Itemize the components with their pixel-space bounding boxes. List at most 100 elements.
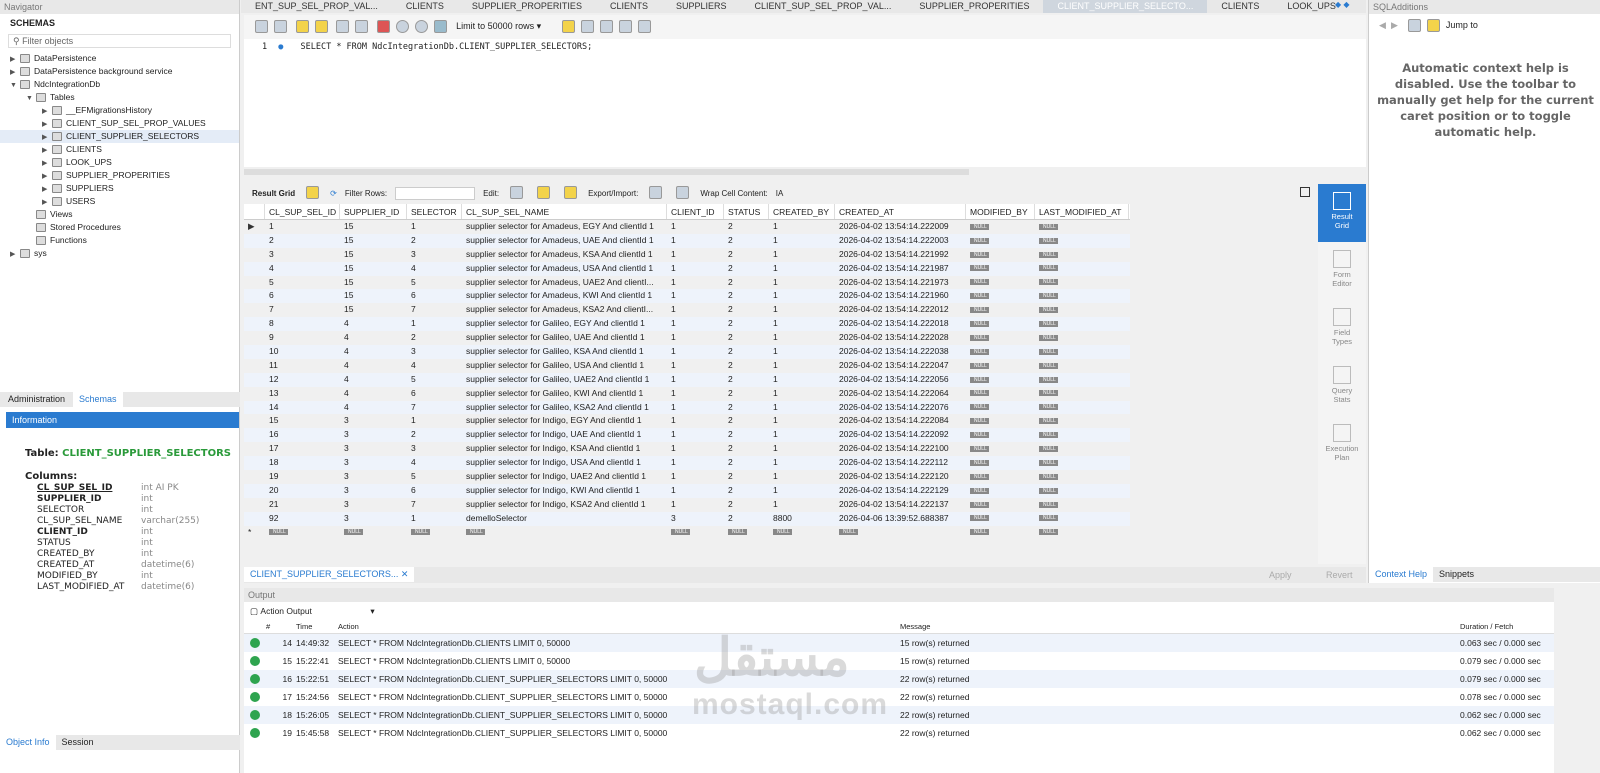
table-cell[interactable]: 2 [724,470,769,484]
filter-objects-input[interactable]: ⚲ Filter objects [8,34,231,48]
table-cell[interactable]: 1 [667,248,724,262]
manual-help-icon[interactable] [1408,19,1422,33]
table-cell[interactable]: 4 [407,262,462,276]
export-icon[interactable] [649,186,663,199]
editor-tab[interactable]: SUPPLIERS [662,0,741,13]
table-cell[interactable]: NULL [1035,359,1129,373]
forward-icon[interactable]: ▶ [1391,20,1398,30]
table-cell[interactable]: 19 [265,470,340,484]
find-icon[interactable] [599,20,613,33]
table-cell[interactable]: 2026-04-02 13:54:14.222100 [835,442,966,456]
table-cell[interactable]: 5 [407,373,462,387]
table-cell[interactable]: NULL [966,234,1035,248]
row-header[interactable] [244,428,265,442]
table-cell[interactable]: 2026-04-02 13:54:14.222137 [835,498,966,512]
table-cell[interactable]: NULL [966,345,1035,359]
table-cell[interactable]: 2 [724,401,769,415]
table-row[interactable]: 92 3 1 demelloSelector 3 2 8800 2026-04-06 13:3… [244,511,1130,526]
table-cell[interactable]: NULL [769,526,835,540]
table-cell[interactable]: 1 [667,276,724,290]
table-cell[interactable]: 14 [265,401,340,415]
table-cell[interactable]: 3 [667,512,724,526]
table-cell[interactable]: NULL [1035,234,1129,248]
table-cell[interactable]: supplier selector for Galileo, KSA And c… [462,345,667,359]
tab-administration[interactable]: Administration [0,392,73,407]
table-cell[interactable]: NULL [407,526,462,540]
table-cell[interactable]: 15 [340,234,407,248]
column-header-cl-sup-sel-id[interactable]: CL_SUP_SEL_ID [265,204,340,219]
table-cell[interactable]: NULL [966,373,1035,387]
table-cell[interactable]: 2 [724,220,769,234]
table-cell[interactable]: 2 [724,373,769,387]
row-header[interactable] [244,470,265,484]
add-snippet-icon[interactable] [561,20,575,33]
table-cell[interactable]: NULL [966,456,1035,470]
table-row[interactable]: 10 4 3 supplier selector for Galileo, KSA A… [244,345,1130,359]
table-cell[interactable]: 2 [724,456,769,470]
table-cell[interactable]: 4 [340,387,407,401]
table-cell[interactable]: NULL [1035,512,1129,526]
table-cell[interactable]: 2026-04-02 13:54:14.222003 [835,234,966,248]
result-tab[interactable]: CLIENT_SUPPLIER_SELECTORS... ✕ [244,567,415,582]
table-row[interactable]: 15 3 1 supplier selector for Indigo, EGY An… [244,414,1130,428]
table-cell[interactable]: 1 [667,470,724,484]
table-cell[interactable]: 2026-04-02 13:54:14.222112 [835,456,966,470]
table-cell[interactable]: 1 [265,220,340,234]
table-cell[interactable]: NULL [265,526,340,540]
table-cell[interactable]: 1 [769,442,835,456]
table-row[interactable]: 4 15 4 supplier selector for Amadeus, USA A… [244,261,1130,276]
table-cell[interactable]: 5 [407,470,462,484]
row-header[interactable] [244,414,265,428]
table-cell[interactable]: 2 [724,484,769,498]
table-cell[interactable]: 1 [667,303,724,317]
table-cell[interactable]: 6 [407,289,462,303]
table-cell[interactable]: 2026-04-02 13:54:14.222047 [835,359,966,373]
wrap-lines-icon[interactable] [637,20,651,33]
output-row[interactable]: 16 15:22:51 SELECT * FROM NdcIntegrationDb… [244,670,1554,688]
table-cell[interactable]: NULL [966,470,1035,484]
table-cell[interactable]: NULL [1035,289,1129,303]
table-cell[interactable]: 2 [724,387,769,401]
editor-tab[interactable]: CLIENTS [1207,0,1273,13]
table-cell[interactable]: NULL [1035,456,1129,470]
table-cell[interactable]: 1 [667,317,724,331]
output-row[interactable]: 18 15:26:05 SELECT * FROM NdcIntegrationDb… [244,706,1554,724]
tab-scroll-arrows[interactable]: ◆ ◆ [1335,0,1365,13]
row-header[interactable] [244,289,265,303]
side-button-execution-plan[interactable]: Execution Plan [1318,416,1366,474]
editor-tab[interactable]: SUPPLIER_PROPERITIES [458,0,596,13]
table-cell[interactable]: 1 [667,442,724,456]
edit-row-icon[interactable] [510,186,524,199]
table-cell[interactable]: 2026-04-02 13:54:14.222056 [835,373,966,387]
open-icon[interactable] [255,20,268,33]
table-row[interactable]: ▶ 1 15 1 supplier selector for Amadeus, EGY … [244,220,1130,234]
column-header-last-modified-at[interactable]: LAST_MODIFIED_AT [1035,204,1129,219]
table-cell[interactable]: 1 [769,317,835,331]
table-cell[interactable]: 3 [340,484,407,498]
apply-button[interactable]: Apply [1269,570,1292,580]
table-cell[interactable]: 1 [407,220,462,234]
row-header[interactable] [244,401,265,415]
table-cell[interactable]: 2 [724,414,769,428]
row-header[interactable] [244,248,265,262]
filter-rows-input[interactable] [395,187,476,200]
table-cell[interactable]: 3 [407,345,462,359]
table-cell[interactable]: 4 [265,262,340,276]
table-row[interactable]: 19 3 5 supplier selector for Indigo, UAE2 A… [244,470,1130,484]
table-cell[interactable]: 1 [667,234,724,248]
table-cell[interactable]: 16 [265,428,340,442]
row-header[interactable] [244,498,265,512]
table-cell[interactable]: 7 [407,498,462,512]
table-cell[interactable]: supplier selector for Amadeus, KSA And c… [462,248,667,262]
table-cell[interactable]: 2 [724,442,769,456]
table-row[interactable]: 13 4 6 supplier selector for Galileo, KWI A… [244,387,1130,401]
table-cell[interactable]: 3 [265,248,340,262]
table-cell[interactable]: 2 [724,276,769,290]
table-row[interactable]: 11 4 4 supplier selector for Galileo, USA A… [244,359,1130,373]
commit-icon[interactable] [395,20,409,33]
tree-item[interactable]: ▶ SUPPLIER_PROPERITIES [0,169,239,182]
row-header[interactable]: ▶ [244,220,265,234]
table-cell[interactable]: 2026-04-02 13:54:14.222120 [835,470,966,484]
table-cell[interactable]: 1 [667,373,724,387]
table-cell[interactable]: 3 [340,470,407,484]
